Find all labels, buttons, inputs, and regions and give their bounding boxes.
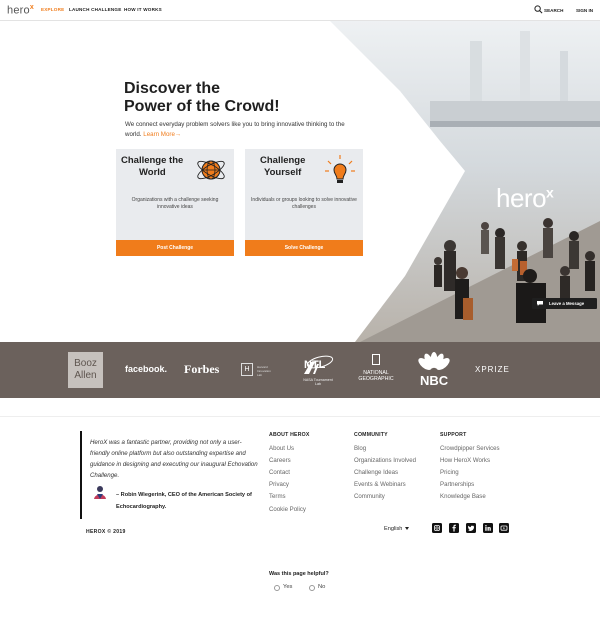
page-helpful-question: Was this page helpful?: [269, 571, 329, 577]
quote-bar: [80, 431, 82, 519]
nav-explore[interactable]: EXPLORE: [41, 7, 64, 12]
booz-allen-logo: Booz Allen: [68, 352, 103, 388]
hero-section: Discover the Power of the Crowd! We conn…: [0, 21, 600, 342]
challenge-yourself-card[interactable]: Challenge Yourself Individuals or groups…: [245, 149, 363, 256]
nav-how-it-works[interactable]: HOW IT WORKS: [124, 7, 162, 12]
national-geographic-logo: NATIONAL GEOGRAPHIC: [358, 370, 394, 382]
testimonial-quote: HeroX was a fantastic partner, providing…: [90, 439, 258, 479]
footer-link[interactable]: Cookie Policy: [269, 506, 306, 513]
nav-launch-challenge[interactable]: LAUNCH CHALLENGE: [69, 7, 121, 12]
linkedin-icon[interactable]: [483, 523, 493, 533]
challenge-world-card[interactable]: Challenge the World Organizations with a…: [116, 149, 234, 256]
xprize-logo: XPRIZE: [475, 365, 510, 374]
nbc-logo: NBC: [420, 373, 449, 388]
facebook-icon[interactable]: [449, 523, 459, 533]
caret-down-icon: [405, 527, 410, 531]
copyright: HEROX © 2019: [86, 529, 126, 535]
facebook-logo: facebook.: [125, 364, 168, 374]
helpful-no-label[interactable]: No: [318, 584, 325, 590]
hero-subtitle: We connect everyday problem solvers like…: [125, 121, 345, 138]
footer-link[interactable]: Events & Webinars: [354, 481, 406, 488]
footer-link[interactable]: Crowdpipper Services: [440, 445, 500, 452]
herox-logo[interactable]: herox: [7, 4, 34, 17]
card-description: Individuals or groups looking to solve i…: [251, 197, 357, 210]
search-icon[interactable]: [534, 5, 543, 14]
footer-link[interactable]: Challenge Ideas: [354, 469, 398, 476]
sign-in-link[interactable]: SIGN IN: [576, 8, 593, 13]
helpful-yes-label[interactable]: Yes: [283, 584, 292, 590]
solve-challenge-button[interactable]: Solve Challenge: [245, 240, 363, 256]
partner-logos-bar: Booz Allen facebook. Forbes H Harvard In…: [0, 342, 600, 398]
lightbulb-icon: [325, 155, 355, 183]
card-title: Challenge the World: [121, 155, 184, 178]
footer-link[interactable]: Pricing: [440, 469, 459, 476]
avatar: [94, 486, 106, 499]
footer-link[interactable]: Community: [354, 493, 385, 500]
testimonial-author: – Robin Wiegerink, CEO of the American S…: [116, 492, 252, 510]
helpful-no-radio[interactable]: [309, 585, 315, 591]
helpful-yes-radio[interactable]: [274, 585, 280, 591]
card-title: Challenge Yourself: [260, 155, 306, 178]
leave-message-button[interactable]: Leave a Message: [532, 298, 597, 309]
chat-icon: [537, 301, 543, 306]
footer-link[interactable]: Contact: [269, 469, 290, 476]
harvard-ilab-text: Harvard Innovation Lab: [257, 365, 271, 377]
instagram-icon[interactable]: [432, 523, 442, 533]
language-select[interactable]: English: [384, 526, 410, 532]
footer-link[interactable]: Terms: [269, 493, 286, 500]
top-nav: herox EXPLORE LAUNCH CHALLENGE HOW IT WO…: [0, 0, 600, 21]
natgeo-frame-icon: [372, 354, 380, 365]
hero-title: Discover the Power of the Crowd!: [124, 80, 280, 115]
footer-link[interactable]: Organizations Involved: [354, 457, 416, 464]
learn-more-link[interactable]: Learn More→: [143, 131, 181, 138]
forbes-logo: Forbes: [184, 362, 220, 376]
card-description: Organizations with a challenge seeking i…: [131, 197, 219, 210]
footer-col-support-title: SUPPORT: [440, 432, 467, 438]
twitter-icon[interactable]: [466, 523, 476, 533]
harvard-ilab-logo: H: [241, 363, 253, 376]
footer-link[interactable]: Partnerships: [440, 481, 474, 488]
footer-col-about-title: ABOUT HEROX: [269, 432, 310, 438]
footer-link[interactable]: Knowledge Base: [440, 493, 486, 500]
footer-link[interactable]: About Us: [269, 445, 294, 452]
post-challenge-button[interactable]: Post Challenge: [116, 240, 234, 256]
footer-divider: [0, 416, 600, 417]
footer-link[interactable]: Privacy: [269, 481, 289, 488]
footer-col-community-title: COMMUNITY: [354, 432, 388, 438]
footer-link[interactable]: How HeroX Works: [440, 457, 490, 464]
ntl-mark: NTL: [304, 359, 326, 371]
ntl-text: NASA Tournament Lab: [303, 378, 333, 386]
youtube-icon[interactable]: [499, 523, 509, 533]
search-link[interactable]: SEARCH: [544, 8, 563, 13]
herox-hero-logo: herox: [496, 183, 554, 213]
nbc-peacock-icon: [418, 352, 450, 370]
footer-link[interactable]: Blog: [354, 445, 366, 452]
globe-icon: [197, 160, 225, 180]
footer-link[interactable]: Careers: [269, 457, 291, 464]
